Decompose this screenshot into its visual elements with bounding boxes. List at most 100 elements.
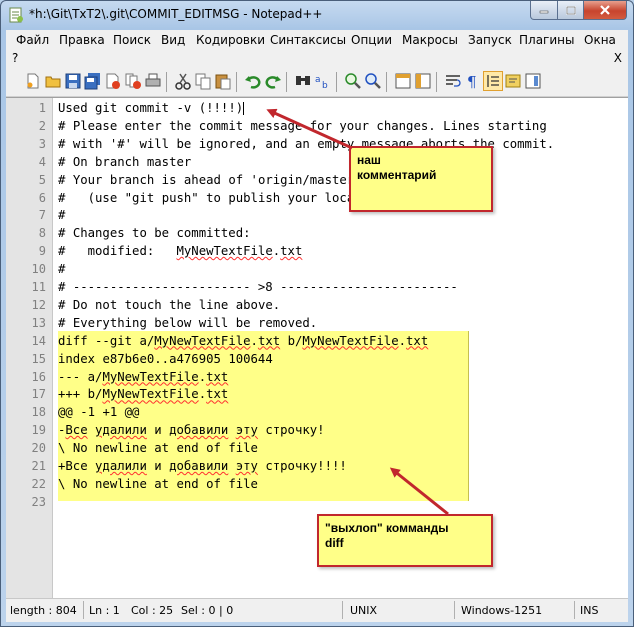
toolbar-separator bbox=[236, 72, 237, 92]
replace-icon[interactable]: ab bbox=[314, 72, 332, 90]
code-line: index e87b6e0..a476905 100644 bbox=[58, 351, 273, 366]
toolbar-separator bbox=[436, 72, 437, 92]
save-all-icon[interactable] bbox=[84, 72, 102, 90]
undo-icon[interactable] bbox=[244, 72, 262, 90]
spellcheck-word: MyNewTextFile bbox=[102, 369, 199, 384]
menu-search[interactable]: Поиск bbox=[113, 33, 151, 47]
zoom-in-icon[interactable] bbox=[344, 72, 362, 90]
line-number-gutter: 1 2 3 4 5 6 7 8 9 10 11 12 13 14 15 16 17 18 19 20 21 22 23 bbox=[6, 98, 53, 598]
code-line: # bbox=[58, 208, 66, 223]
menu-syntax[interactable]: Синтаксисы bbox=[270, 33, 346, 47]
line-number: 16 bbox=[31, 369, 46, 384]
notepad-plus-plus-icon bbox=[9, 7, 23, 23]
close-all-icon[interactable] bbox=[124, 72, 142, 90]
line-number: 11 bbox=[31, 280, 46, 294]
spellcheck-word: добавили bbox=[169, 423, 229, 438]
menu-run[interactable]: Запуск bbox=[468, 33, 512, 47]
menu-bar-row2: ? X bbox=[6, 51, 628, 67]
spellcheck-word: эту bbox=[235, 459, 258, 473]
spellcheck-word: добавили bbox=[169, 459, 229, 473]
spellcheck-word: txt bbox=[280, 244, 303, 259]
line-number: 10 bbox=[31, 262, 46, 277]
toolbar-separator bbox=[336, 72, 337, 92]
close-icon bbox=[600, 5, 610, 15]
code-line: --- a/MyNewTextFile.txt bbox=[58, 369, 229, 384]
doc-map-icon[interactable] bbox=[524, 72, 542, 90]
spellcheck-word: MyNewTextFile bbox=[302, 333, 399, 348]
code-line: +++ b/MyNewTextFile.txt bbox=[58, 387, 229, 402]
line-number: 3 bbox=[38, 136, 46, 151]
menu-file[interactable]: Файл bbox=[16, 33, 49, 47]
text-caret bbox=[243, 102, 245, 115]
redo-icon[interactable] bbox=[264, 72, 282, 90]
spellcheck-word: удалили bbox=[95, 459, 147, 473]
annotation-diff-output: "выхлоп" комманды diff bbox=[317, 514, 493, 567]
menu-encoding[interactable]: Кодировки bbox=[196, 33, 265, 47]
word-wrap-icon[interactable] bbox=[444, 72, 462, 90]
save-icon[interactable] bbox=[64, 72, 82, 90]
spellcheck-word: MyNewTextFile bbox=[154, 333, 251, 348]
status-insert-mode: INS bbox=[580, 604, 599, 617]
line-number: 8 bbox=[38, 226, 46, 241]
show-all-chars-icon[interactable]: ¶ bbox=[464, 72, 482, 90]
copy-icon[interactable] bbox=[194, 72, 212, 90]
spellcheck-word: MyNewTextFile bbox=[102, 387, 199, 402]
close-file-icon[interactable] bbox=[104, 72, 122, 90]
menu-macros[interactable]: Макросы bbox=[402, 33, 458, 47]
status-selection: Sel : 0 | 0 bbox=[181, 604, 234, 617]
line-number: 23 bbox=[31, 494, 46, 509]
status-line: Ln : 1 bbox=[89, 604, 120, 617]
status-separator bbox=[342, 601, 343, 619]
menu-view[interactable]: Вид bbox=[161, 33, 185, 47]
spellcheck-word: txt bbox=[206, 369, 229, 384]
minimize-button[interactable] bbox=[530, 1, 558, 20]
code-line: diff --git a/MyNewTextFile.txt b/MyNewTe… bbox=[58, 333, 429, 348]
code-line: +Все удалили и добавили эту строчку!!!! bbox=[58, 459, 347, 473]
spellcheck-word: Все bbox=[65, 423, 88, 438]
menu-help[interactable]: ? bbox=[12, 51, 18, 65]
svg-text:¶: ¶ bbox=[467, 73, 477, 90]
menu-windows[interactable]: Окна bbox=[584, 33, 616, 47]
line-number: 13 bbox=[31, 315, 46, 330]
zoom-out-icon[interactable] bbox=[364, 72, 382, 90]
line-number: 20 bbox=[31, 441, 46, 456]
code-line: \ No newline at end of file bbox=[58, 476, 258, 491]
menu-edit[interactable]: Правка bbox=[59, 33, 105, 47]
line-number: 2 bbox=[38, 118, 46, 133]
close-document-button[interactable]: X bbox=[614, 51, 622, 65]
spellcheck-word: txt bbox=[206, 387, 229, 402]
line-number: 15 bbox=[31, 351, 46, 366]
toolbar-separator bbox=[166, 72, 167, 92]
indent-guide-icon[interactable] bbox=[483, 71, 503, 91]
line-number: 4 bbox=[38, 154, 46, 169]
code-line: # modified: MyNewTextFile.txt bbox=[58, 244, 303, 259]
paste-icon[interactable] bbox=[214, 72, 232, 90]
toolbar-separator bbox=[286, 72, 287, 92]
line-number: 17 bbox=[31, 387, 46, 402]
status-length: length : 804 bbox=[10, 604, 77, 617]
udl-icon[interactable] bbox=[504, 72, 522, 90]
sync-vertical-icon[interactable] bbox=[394, 72, 412, 90]
menu-options[interactable]: Опции bbox=[351, 33, 392, 47]
menu-plugins[interactable]: Плагины bbox=[519, 33, 574, 47]
code-line: # Please enter the commit message for yo… bbox=[58, 118, 547, 133]
code-line: # Do not touch the line above. bbox=[58, 297, 281, 312]
line-number: 21 bbox=[31, 459, 46, 473]
line-number: 19 bbox=[31, 423, 46, 438]
title-bar[interactable]: *h:\Git\TxT2\.git\COMMIT_EDITMSG - Notep… bbox=[1, 1, 633, 29]
new-file-icon[interactable] bbox=[24, 72, 42, 90]
find-icon[interactable] bbox=[294, 72, 312, 90]
close-button[interactable] bbox=[584, 1, 627, 20]
sync-horizontal-icon[interactable] bbox=[414, 72, 432, 90]
svg-text:a: a bbox=[315, 75, 321, 85]
status-separator bbox=[574, 601, 575, 619]
minimize-icon bbox=[539, 10, 549, 14]
print-icon[interactable] bbox=[144, 72, 162, 90]
status-separator bbox=[83, 601, 84, 619]
line-number: 5 bbox=[38, 172, 46, 187]
spellcheck-word: удалили bbox=[95, 423, 147, 438]
open-file-icon[interactable] bbox=[44, 72, 62, 90]
status-bar: length : 804 Ln : 1 Col : 25 Sel : 0 | 0… bbox=[6, 598, 628, 622]
cut-icon[interactable] bbox=[174, 72, 192, 90]
maximize-button[interactable] bbox=[558, 1, 584, 20]
